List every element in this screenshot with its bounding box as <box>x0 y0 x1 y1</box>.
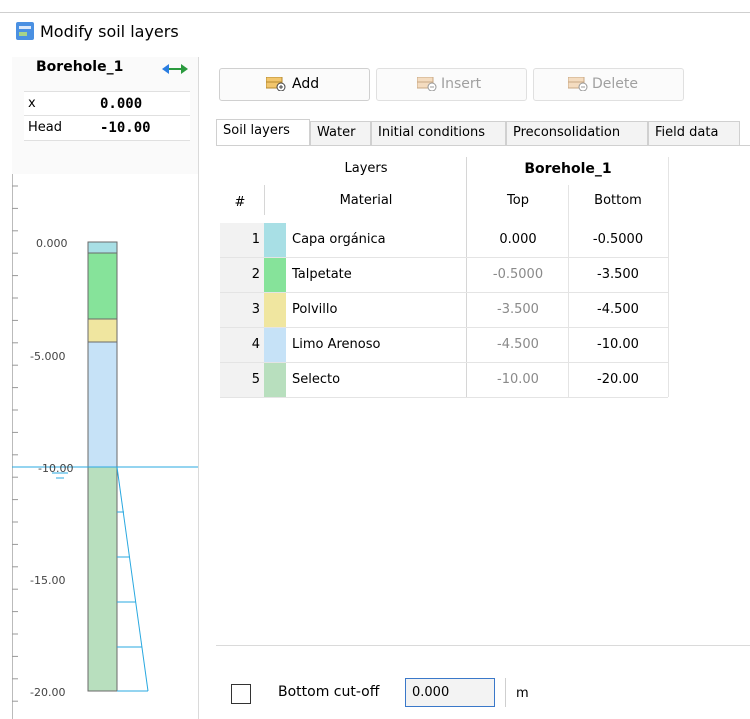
insert-button[interactable]: Insert <box>376 68 527 101</box>
app-icon <box>16 22 34 40</box>
layer-talpetate <box>87 252 118 320</box>
delete-button[interactable]: Delete <box>533 68 684 101</box>
bottom-cutoff-input[interactable] <box>405 678 495 707</box>
delete-button-label: Delete <box>592 76 638 92</box>
layer-bottom[interactable]: -20.00 <box>568 372 668 387</box>
prop-value[interactable]: -10.00 <box>100 120 151 136</box>
add-button-label: Add <box>292 76 320 92</box>
row-number: 5 <box>220 363 264 397</box>
material-name[interactable]: Polvillo <box>292 302 337 317</box>
material-color-swatch <box>264 363 286 397</box>
layer-selecto <box>87 466 118 692</box>
delete-layer-icon <box>568 77 588 91</box>
bottom-cutoff-bar: Bottom cut-off m <box>216 645 750 719</box>
layer-bottom[interactable]: -4.500 <box>568 302 668 317</box>
bottom-cutoff-label: Bottom cut-off <box>278 684 380 700</box>
layer-top[interactable]: -4.500 <box>468 337 568 352</box>
prop-value[interactable]: 0.000 <box>100 96 142 112</box>
tab-bar: Soil layers Water Initial conditions Pre… <box>216 119 750 146</box>
header-material: Material <box>339 193 393 208</box>
axis-label: 0.000 <box>36 237 68 250</box>
header-num: # <box>234 195 246 210</box>
add-layer-icon <box>266 77 286 91</box>
layer-limo-arenoso <box>87 341 118 468</box>
layer-bottom[interactable]: -3.500 <box>568 267 668 282</box>
window-title: Modify soil layers <box>40 22 179 41</box>
layer-bottom[interactable]: -10.00 <box>568 337 668 352</box>
tab-initial-conditions[interactable]: Initial conditions <box>371 121 506 145</box>
layer-capa-organica <box>87 241 118 254</box>
modify-soil-layers-window: Modify soil layers Borehole_1 x 0.000 He… <box>0 0 750 719</box>
bottom-cutoff-checkbox[interactable] <box>231 684 251 704</box>
axis-label: -10.00 <box>38 462 73 475</box>
material-name[interactable]: Selecto <box>292 372 340 387</box>
borehole-profile[interactable]: 0.000 -5.000 -10.00 -15.00 -20.00 <box>12 174 198 719</box>
insert-button-label: Insert <box>441 76 482 92</box>
bottom-cutoff-unit: m <box>516 686 529 701</box>
axis-label: -15.00 <box>30 574 65 587</box>
prop-label: Head <box>28 120 62 135</box>
material-name[interactable]: Limo Arenoso <box>292 337 380 352</box>
prop-row-head[interactable]: Head -10.00 <box>24 115 190 141</box>
tab-soil-layers[interactable]: Soil layers <box>216 119 310 145</box>
axis-label: -20.00 <box>30 686 65 699</box>
header-layers: Layers <box>344 161 388 176</box>
insert-layer-icon <box>417 77 437 91</box>
material-color-swatch <box>264 223 286 257</box>
tab-water[interactable]: Water <box>310 121 371 145</box>
layer-top[interactable]: -0.5000 <box>468 267 568 282</box>
layer-top[interactable]: 0.000 <box>468 232 568 247</box>
unit-box <box>505 678 746 707</box>
prop-row-x[interactable]: x 0.000 <box>24 91 190 116</box>
axis-label: -5.000 <box>30 350 65 363</box>
material-color-swatch <box>264 293 286 327</box>
soil-layers-table: Layers Borehole_1 # Material Top Bottom … <box>220 155 669 398</box>
tab-field-data[interactable]: Field data <box>648 121 740 145</box>
material-name[interactable]: Capa orgánica <box>292 232 386 247</box>
layer-top[interactable]: -3.500 <box>468 302 568 317</box>
header-bottom: Bottom <box>594 193 642 208</box>
title-bar: Modify soil layers <box>0 12 750 45</box>
layer-bottom[interactable]: -0.5000 <box>568 232 668 247</box>
tab-preconsolidation[interactable]: Preconsolidation <box>506 121 648 145</box>
add-button[interactable]: Add <box>219 68 370 101</box>
material-name[interactable]: Talpetate <box>292 267 352 282</box>
header-top: Top <box>507 193 529 208</box>
row-number: 2 <box>220 258 264 292</box>
material-color-swatch <box>264 258 286 292</box>
header-borehole: Borehole_1 <box>524 161 612 177</box>
layer-top[interactable]: -10.00 <box>468 372 568 387</box>
row-number: 1 <box>220 223 264 257</box>
layer-polvillo <box>87 318 118 343</box>
row-number: 3 <box>220 293 264 327</box>
prop-label: x <box>28 96 36 111</box>
material-color-swatch <box>264 328 286 362</box>
row-number: 4 <box>220 328 264 362</box>
swap-arrows-icon[interactable] <box>162 61 188 77</box>
borehole-name: Borehole_1 <box>36 59 124 75</box>
